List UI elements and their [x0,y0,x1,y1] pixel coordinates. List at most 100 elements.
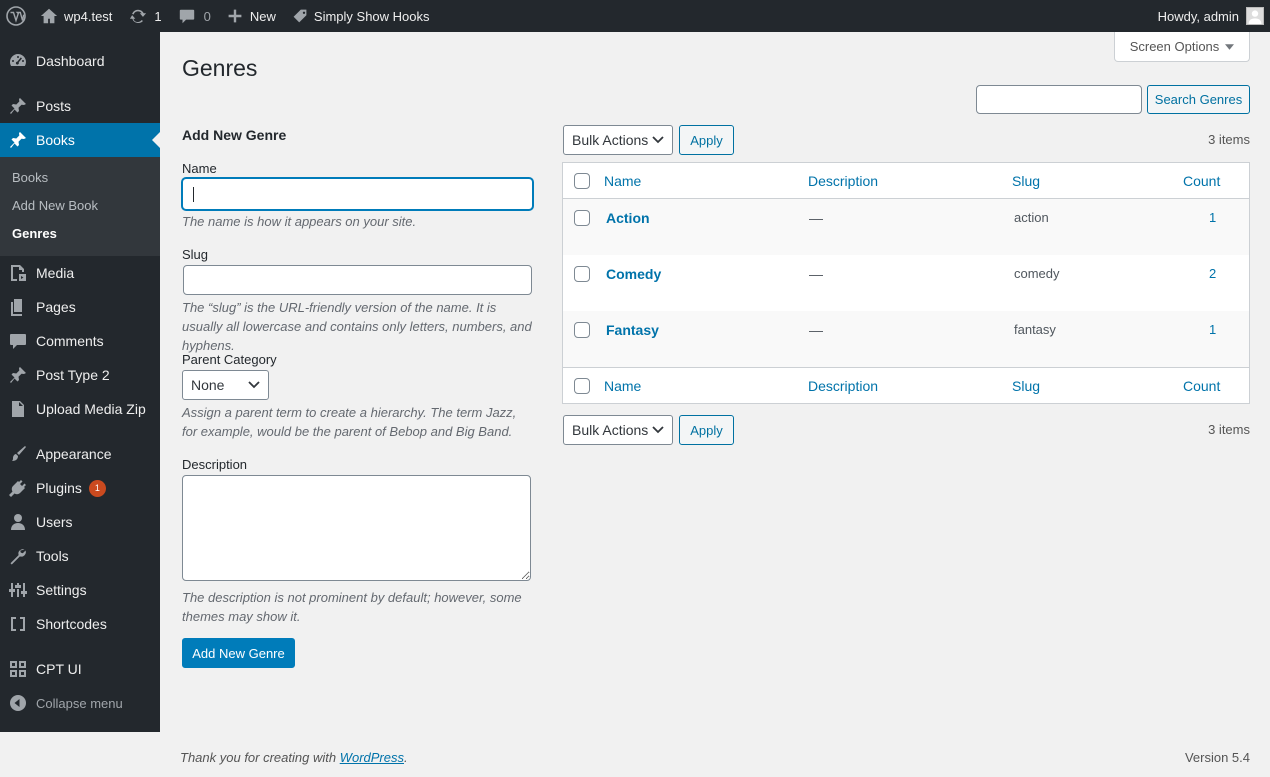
updates-link[interactable]: 1 [120,0,169,32]
name-help-text: The name is how it appears on your site. [182,214,417,229]
sidebar-item-post-type-2[interactable]: Post Type 2 [0,358,160,392]
bulk-actions-select-bottom[interactable]: Bulk Actions [563,415,673,445]
sidebar-item-label: Shortcodes [36,616,107,632]
collapse-menu-label: Collapse menu [36,695,123,711]
sidebar-item-media[interactable]: Media [0,256,160,290]
select-all-checkbox[interactable] [574,173,590,189]
plugin-icon [0,478,36,498]
simply-show-hooks-link[interactable]: Simply Show Hooks [284,0,438,32]
description-textarea[interactable] [182,475,531,581]
submenu-item-books[interactable]: Books [12,170,48,185]
bulk-actions-select-top[interactable]: Bulk Actions [563,125,673,155]
items-count-bottom: 3 items [1208,422,1250,437]
wordpress-logo-icon [6,6,26,26]
chevron-down-icon [652,136,664,144]
books-submenu: Books Add New Book Genres [0,157,160,256]
sidebar-item-label: Users [36,514,73,530]
column-footer-slug[interactable]: Slug [1012,378,1040,394]
sidebar-item-label: Books [36,132,75,148]
sidebar-item-upload-media-zip[interactable]: Upload Media Zip [0,392,160,426]
sidebar-item-posts[interactable]: Posts [0,89,160,123]
term-count-link[interactable]: 1 [1209,322,1216,337]
comment-icon [179,9,194,24]
term-slug: action [1014,210,1049,225]
items-count-top: 3 items [1208,132,1250,147]
tag-icon [293,9,307,23]
column-footer-count[interactable]: Count [1183,378,1220,394]
footer-version: Version 5.4 [1184,750,1250,765]
screen-options-button[interactable]: Screen Options [1114,32,1250,62]
column-header-slug[interactable]: Slug [1012,173,1040,189]
search-input[interactable] [976,85,1142,114]
apply-button-bottom[interactable]: Apply [679,415,734,445]
sidebar-item-label: Dashboard [36,53,105,69]
column-header-count[interactable]: Count [1183,173,1220,189]
apply-button-top[interactable]: Apply [679,125,734,155]
table-row: Action — action 1 [563,199,1249,255]
grid-icon [0,659,36,679]
sidebar-item-label: Pages [36,299,76,315]
chevron-down-icon [248,381,260,389]
sidebar-item-pages[interactable]: Pages [0,290,160,324]
sidebar-item-shortcodes[interactable]: Shortcodes [0,607,160,641]
term-count-link[interactable]: 1 [1209,210,1216,225]
sidebar-item-comments[interactable]: Comments [0,324,160,358]
term-description: — [809,266,823,282]
collapse-menu-button[interactable]: Collapse menu [0,686,160,720]
column-footer-description[interactable]: Description [808,378,878,394]
submenu-item-genres[interactable]: Genres [12,226,57,241]
term-name-link[interactable]: Comedy [606,266,661,282]
sidebar-item-appearance[interactable]: Appearance [0,437,160,471]
footer-thanks-suffix: . [404,750,408,765]
parent-category-select[interactable]: None [182,370,269,400]
term-description: — [809,210,823,226]
apply-label: Apply [690,422,723,438]
term-count-link[interactable]: 2 [1209,266,1216,281]
term-name-link[interactable]: Fantasy [606,322,659,338]
sidebar-item-plugins[interactable]: Plugins 1 [0,471,160,505]
plus-icon [228,9,242,23]
new-label: New [249,8,276,24]
submenu-item-add-new-book[interactable]: Add New Book [12,198,98,213]
home-icon [40,8,58,24]
sidebar-item-label: Tools [36,548,69,564]
sidebar-item-label: Post Type 2 [36,367,110,383]
site-name: wp4.test [64,8,113,24]
name-field[interactable] [182,178,533,210]
term-name-link[interactable]: Action [606,210,650,226]
comments-link[interactable]: 0 [170,0,219,32]
wordpress-logo-link[interactable] [0,0,33,32]
sidebar-item-books[interactable]: Books [0,123,160,157]
avatar [1246,7,1264,25]
description-label: Description [182,457,248,472]
site-name-link[interactable]: wp4.test [33,0,120,32]
my-account-link[interactable]: Howdy, admin [1150,0,1270,32]
wrench-icon [0,546,36,566]
sidebar-item-dashboard[interactable]: Dashboard [0,44,160,78]
column-footer-name[interactable]: Name [604,378,641,394]
sidebar-item-tools[interactable]: Tools [0,539,160,573]
wordpress-link[interactable]: WordPress [340,750,404,765]
search-genres-button[interactable]: Search Genres [1147,85,1250,114]
media-icon [0,263,36,283]
column-header-description[interactable]: Description [808,173,878,189]
sidebar-item-settings[interactable]: Settings [0,573,160,607]
sidebar-item-label: Media [36,265,75,281]
chevron-down-icon [652,426,664,434]
sidebar-item-label: Upload Media Zip [36,401,146,417]
bulk-actions-label: Bulk Actions [572,422,649,438]
slug-field[interactable] [183,265,532,295]
sidebar-item-cpt-ui[interactable]: CPT UI [0,652,160,686]
row-checkbox[interactable] [574,210,590,226]
sidebar-item-users[interactable]: Users [0,505,160,539]
howdy-text: Howdy, admin [1157,8,1239,24]
row-checkbox[interactable] [574,266,590,282]
new-content-link[interactable]: New [219,0,284,32]
parent-category-help-text: Assign a parent term to create a hierarc… [182,405,517,439]
column-header-name[interactable]: Name [604,173,641,189]
add-new-genre-button[interactable]: Add New Genre [182,638,295,668]
description-help-text: The description is not prominent by defa… [182,590,522,624]
brush-icon [0,444,36,464]
row-checkbox[interactable] [574,322,590,338]
select-all-checkbox-footer[interactable] [574,378,590,394]
